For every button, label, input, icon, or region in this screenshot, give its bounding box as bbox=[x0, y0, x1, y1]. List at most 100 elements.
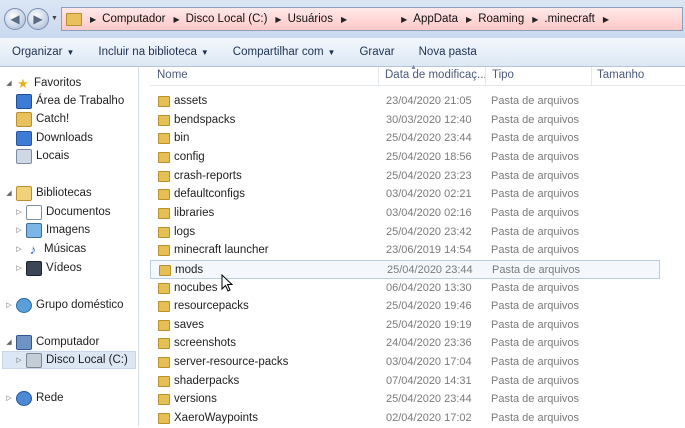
folder-icon bbox=[158, 375, 170, 387]
folder-icon bbox=[158, 357, 170, 369]
breadcrumb-users[interactable]: Usuários bbox=[288, 13, 333, 25]
file-row[interactable]: screenshots 24/04/2020 23:36 Pasta de arqu… bbox=[150, 334, 660, 353]
nav-documents[interactable]: ▷ Documentos bbox=[14, 203, 111, 221]
file-row[interactable]: crash-reports 25/04/2020 23:23 Pasta de ar… bbox=[150, 167, 660, 186]
file-name: config bbox=[174, 150, 205, 163]
breadcrumb-local-disk[interactable]: Disco Local (C:) bbox=[186, 13, 268, 25]
file-date-modified: 06/04/2020 13:30 bbox=[386, 281, 472, 294]
file-name: bin bbox=[174, 132, 190, 145]
chevron-right-icon[interactable]: ▶ bbox=[603, 15, 609, 24]
breadcrumb-minecraft[interactable]: .minecraft bbox=[544, 13, 595, 25]
column-size[interactable]: Tamanho bbox=[597, 69, 644, 81]
file-row[interactable]: config 25/04/2020 18:56 Pasta de arquivos bbox=[150, 148, 660, 167]
expand-icon[interactable]: ▷ bbox=[14, 208, 24, 216]
file-row[interactable]: bin 25/04/2020 23:44 Pasta de arquivos bbox=[150, 129, 660, 148]
breadcrumb-computer[interactable]: Computador bbox=[102, 13, 165, 25]
expand-icon[interactable]: ▷ bbox=[14, 356, 24, 364]
file-row[interactable]: libraries 03/04/2020 02:16 Pasta de arquiv… bbox=[150, 204, 660, 223]
homegroup-icon bbox=[16, 297, 32, 313]
command-bar: Organizar ▼ Incluir na biblioteca ▼ Compar… bbox=[0, 38, 685, 67]
nav-network[interactable]: ▷ Rede bbox=[4, 389, 64, 407]
chevron-right-icon[interactable]: ▶ bbox=[466, 15, 472, 24]
nav-homegroup-label: Grupo doméstico bbox=[36, 299, 124, 311]
collapse-icon[interactable]: ◢ bbox=[4, 189, 14, 197]
file-row[interactable]: minecraft launcher 23/06/2019 14:54 Pasta … bbox=[150, 241, 660, 260]
nav-places[interactable]: Locais bbox=[14, 147, 69, 165]
column-divider[interactable] bbox=[591, 67, 592, 85]
file-type: Pasta de arquivos bbox=[491, 337, 580, 350]
desktop-icon bbox=[16, 93, 32, 109]
column-name[interactable]: Nome bbox=[157, 69, 188, 81]
collapse-icon[interactable]: ◢ bbox=[4, 338, 14, 346]
include-in-library-button[interactable]: Incluir na biblioteca ▼ bbox=[86, 46, 220, 58]
expand-icon[interactable]: ▷ bbox=[4, 301, 14, 309]
chevron-right-icon[interactable]: ▶ bbox=[90, 15, 96, 24]
file-date-modified: 03/04/2020 17:04 bbox=[386, 356, 472, 369]
file-row[interactable]: shaderpacks 07/04/2020 14:31 Pasta de arqu… bbox=[150, 372, 660, 391]
address-path[interactable]: ▶ Computador ▶ Disco Local (C:) ▶ Usuári… bbox=[61, 7, 683, 31]
folder-icon bbox=[158, 133, 170, 145]
file-row[interactable]: defaultconfigs 03/04/2020 02:21 Pasta de a… bbox=[150, 185, 660, 204]
back-button[interactable]: ◀ bbox=[4, 8, 26, 30]
nav-homegroup[interactable]: ▷ Grupo doméstico bbox=[4, 296, 124, 314]
nav-videos-label: Vídeos bbox=[46, 262, 82, 274]
file-row[interactable]: versions 25/04/2020 23:44 Pasta de arquivo… bbox=[150, 390, 660, 409]
file-type: Pasta de arquivos bbox=[492, 263, 581, 276]
chevron-right-icon[interactable]: ▶ bbox=[173, 15, 179, 24]
back-arrow-icon: ◀ bbox=[10, 12, 20, 26]
nav-catch[interactable]: Catch! bbox=[14, 110, 69, 128]
file-row[interactable]: assets 23/04/2020 21:05 Pasta de arquivos bbox=[150, 92, 660, 111]
nav-desktop[interactable]: Área de Trabalho bbox=[14, 92, 124, 110]
folder-icon bbox=[158, 226, 170, 238]
file-row[interactable]: saves 25/04/2020 19:19 Pasta de arquivos bbox=[150, 316, 660, 335]
file-date-modified: 02/04/2020 17:02 bbox=[386, 412, 472, 424]
recent-places-icon bbox=[16, 148, 32, 164]
folder-icon bbox=[66, 12, 82, 26]
nav-images[interactable]: ▷ Imagens bbox=[14, 221, 90, 239]
expand-icon[interactable]: ▷ bbox=[14, 264, 24, 272]
column-type[interactable]: Tipo bbox=[492, 69, 514, 81]
file-name: resourcepacks bbox=[174, 300, 249, 313]
chevron-right-icon[interactable]: ▶ bbox=[341, 15, 347, 24]
forward-button[interactable]: ▶ bbox=[27, 8, 49, 30]
organize-button[interactable]: Organizar ▼ bbox=[0, 46, 86, 58]
file-row[interactable]: XaeroWaypoints 02/04/2020 17:02 Pasta de a… bbox=[150, 409, 660, 428]
column-date-modified[interactable]: Data de modificaç... bbox=[385, 69, 487, 81]
file-type: Pasta de arquivos bbox=[491, 95, 580, 107]
column-divider[interactable] bbox=[485, 67, 486, 85]
chevron-right-icon[interactable]: ▶ bbox=[532, 15, 538, 24]
new-folder-label: Nova pasta bbox=[418, 46, 477, 58]
breadcrumb-appdata[interactable]: AppData bbox=[413, 13, 458, 25]
expand-icon[interactable]: ▷ bbox=[14, 245, 24, 253]
file-row[interactable]: logs 25/04/2020 23:42 Pasta de arquivos bbox=[150, 223, 660, 242]
file-type: Pasta de arquivos bbox=[491, 412, 580, 424]
chevron-right-icon[interactable]: ▶ bbox=[401, 15, 407, 24]
recent-pages-dropdown[interactable]: ▼ bbox=[51, 15, 59, 23]
file-date-modified: 03/04/2020 02:16 bbox=[386, 206, 472, 219]
file-type: Pasta de arquivos bbox=[491, 132, 580, 145]
nav-computer[interactable]: ◢ Computador bbox=[4, 333, 99, 351]
new-folder-button[interactable]: Nova pasta bbox=[407, 46, 489, 58]
file-row[interactable]: bendspacks 30/03/2020 12:40 Pasta de arqui… bbox=[150, 111, 660, 130]
column-divider[interactable] bbox=[378, 67, 379, 85]
file-row[interactable]: resourcepacks 25/04/2020 19:46 Pasta de ar… bbox=[150, 297, 660, 316]
nav-music[interactable]: ▷ ♪ Músicas bbox=[14, 240, 86, 258]
chevron-right-icon[interactable]: ▶ bbox=[275, 15, 281, 24]
expand-icon[interactable]: ▷ bbox=[14, 226, 24, 234]
nav-downloads[interactable]: Downloads bbox=[14, 129, 93, 147]
nav-videos[interactable]: ▷ Vídeos bbox=[14, 259, 82, 277]
nav-libraries[interactable]: ◢ Bibliotecas bbox=[4, 184, 92, 202]
collapse-icon[interactable]: ◢ bbox=[4, 79, 14, 87]
library-icon bbox=[16, 185, 32, 201]
burn-button[interactable]: Gravar bbox=[347, 46, 406, 58]
nav-local-disk[interactable]: ▷ Disco Local (C:) bbox=[14, 351, 128, 369]
breadcrumb-roaming[interactable]: Roaming bbox=[478, 13, 524, 25]
nav-favorites[interactable]: ◢ ★ Favoritos bbox=[4, 74, 81, 92]
folder-icon bbox=[158, 301, 170, 313]
expand-icon[interactable]: ▷ bbox=[4, 394, 14, 402]
file-date-modified: 25/04/2020 23:44 bbox=[386, 132, 472, 145]
file-row[interactable]: server-resource-packs 03/04/2020 17:04 Pas… bbox=[150, 353, 660, 372]
folder-icon bbox=[16, 111, 32, 127]
share-with-button[interactable]: Compartilhar com ▼ bbox=[221, 46, 348, 58]
file-name: saves bbox=[174, 318, 205, 331]
